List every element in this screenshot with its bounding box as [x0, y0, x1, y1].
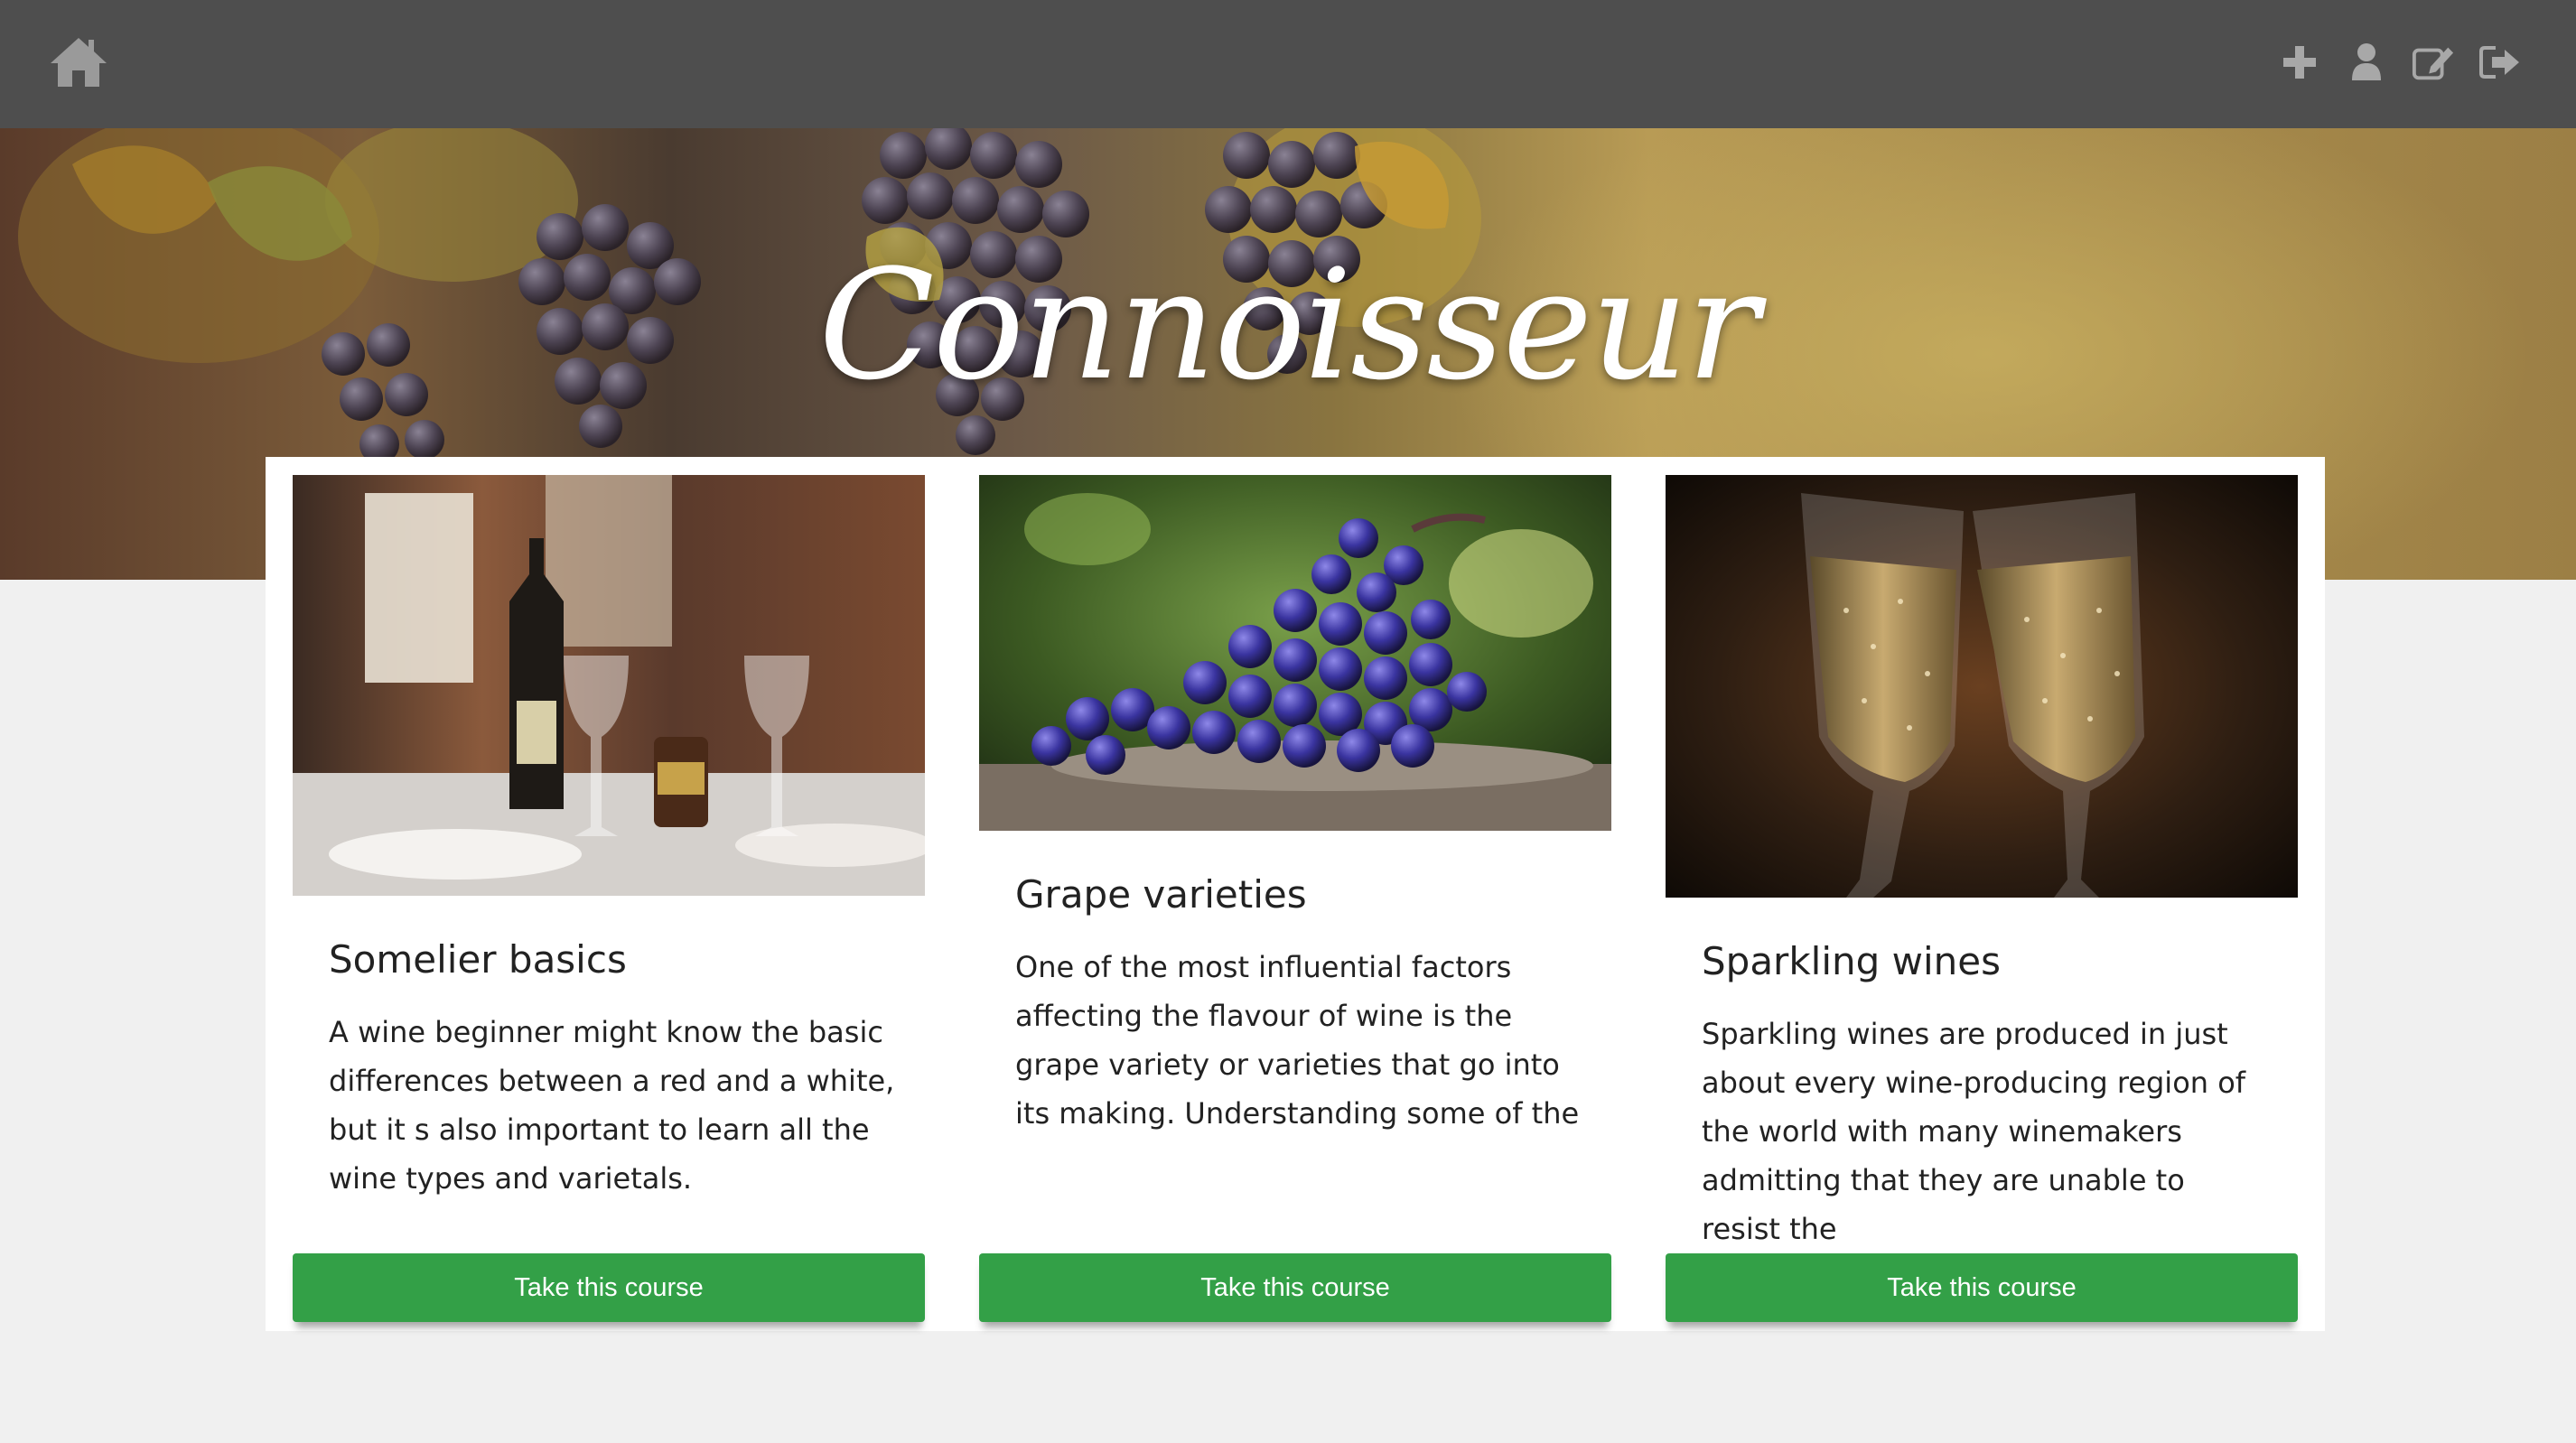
card-description: A wine beginner might know the basic dif… — [329, 1015, 895, 1196]
course-cards-panel: Somelier basics A wine beginner might kn… — [266, 457, 2325, 1331]
take-course-button[interactable]: Take this course — [293, 1253, 925, 1322]
course-card-sparkling-wines: Sparkling wines Sparkling wines are prod… — [1666, 475, 2298, 1322]
champagne-glasses-photo — [1666, 475, 2298, 898]
top-navbar — [0, 0, 2576, 128]
card-description: One of the most influential factors affe… — [1015, 950, 1580, 1131]
card-title: Grape varieties — [1015, 872, 1307, 917]
take-course-button[interactable]: Take this course — [979, 1253, 1611, 1322]
edit-icon[interactable] — [2412, 33, 2455, 92]
grape-bunch-photo — [979, 475, 1611, 831]
course-card-somelier-basics: Somelier basics A wine beginner might kn… — [293, 475, 925, 1322]
wine-table-photo — [293, 475, 925, 896]
logout-icon[interactable] — [2478, 33, 2522, 92]
card-title: Somelier basics — [329, 937, 627, 982]
card-description: Sparkling wines are produced in just abo… — [1702, 1017, 2246, 1246]
course-card-grape-varieties: Grape varieties One of the most influent… — [979, 475, 1611, 1322]
app-title: Connoisseur — [818, 237, 1759, 414]
card-title: Sparkling wines — [1702, 939, 2001, 983]
add-icon[interactable] — [2278, 33, 2321, 92]
user-icon[interactable] — [2345, 33, 2388, 92]
take-course-button[interactable]: Take this course — [1666, 1253, 2298, 1322]
nav-actions — [2278, 33, 2522, 92]
home-icon[interactable] — [47, 31, 110, 94]
